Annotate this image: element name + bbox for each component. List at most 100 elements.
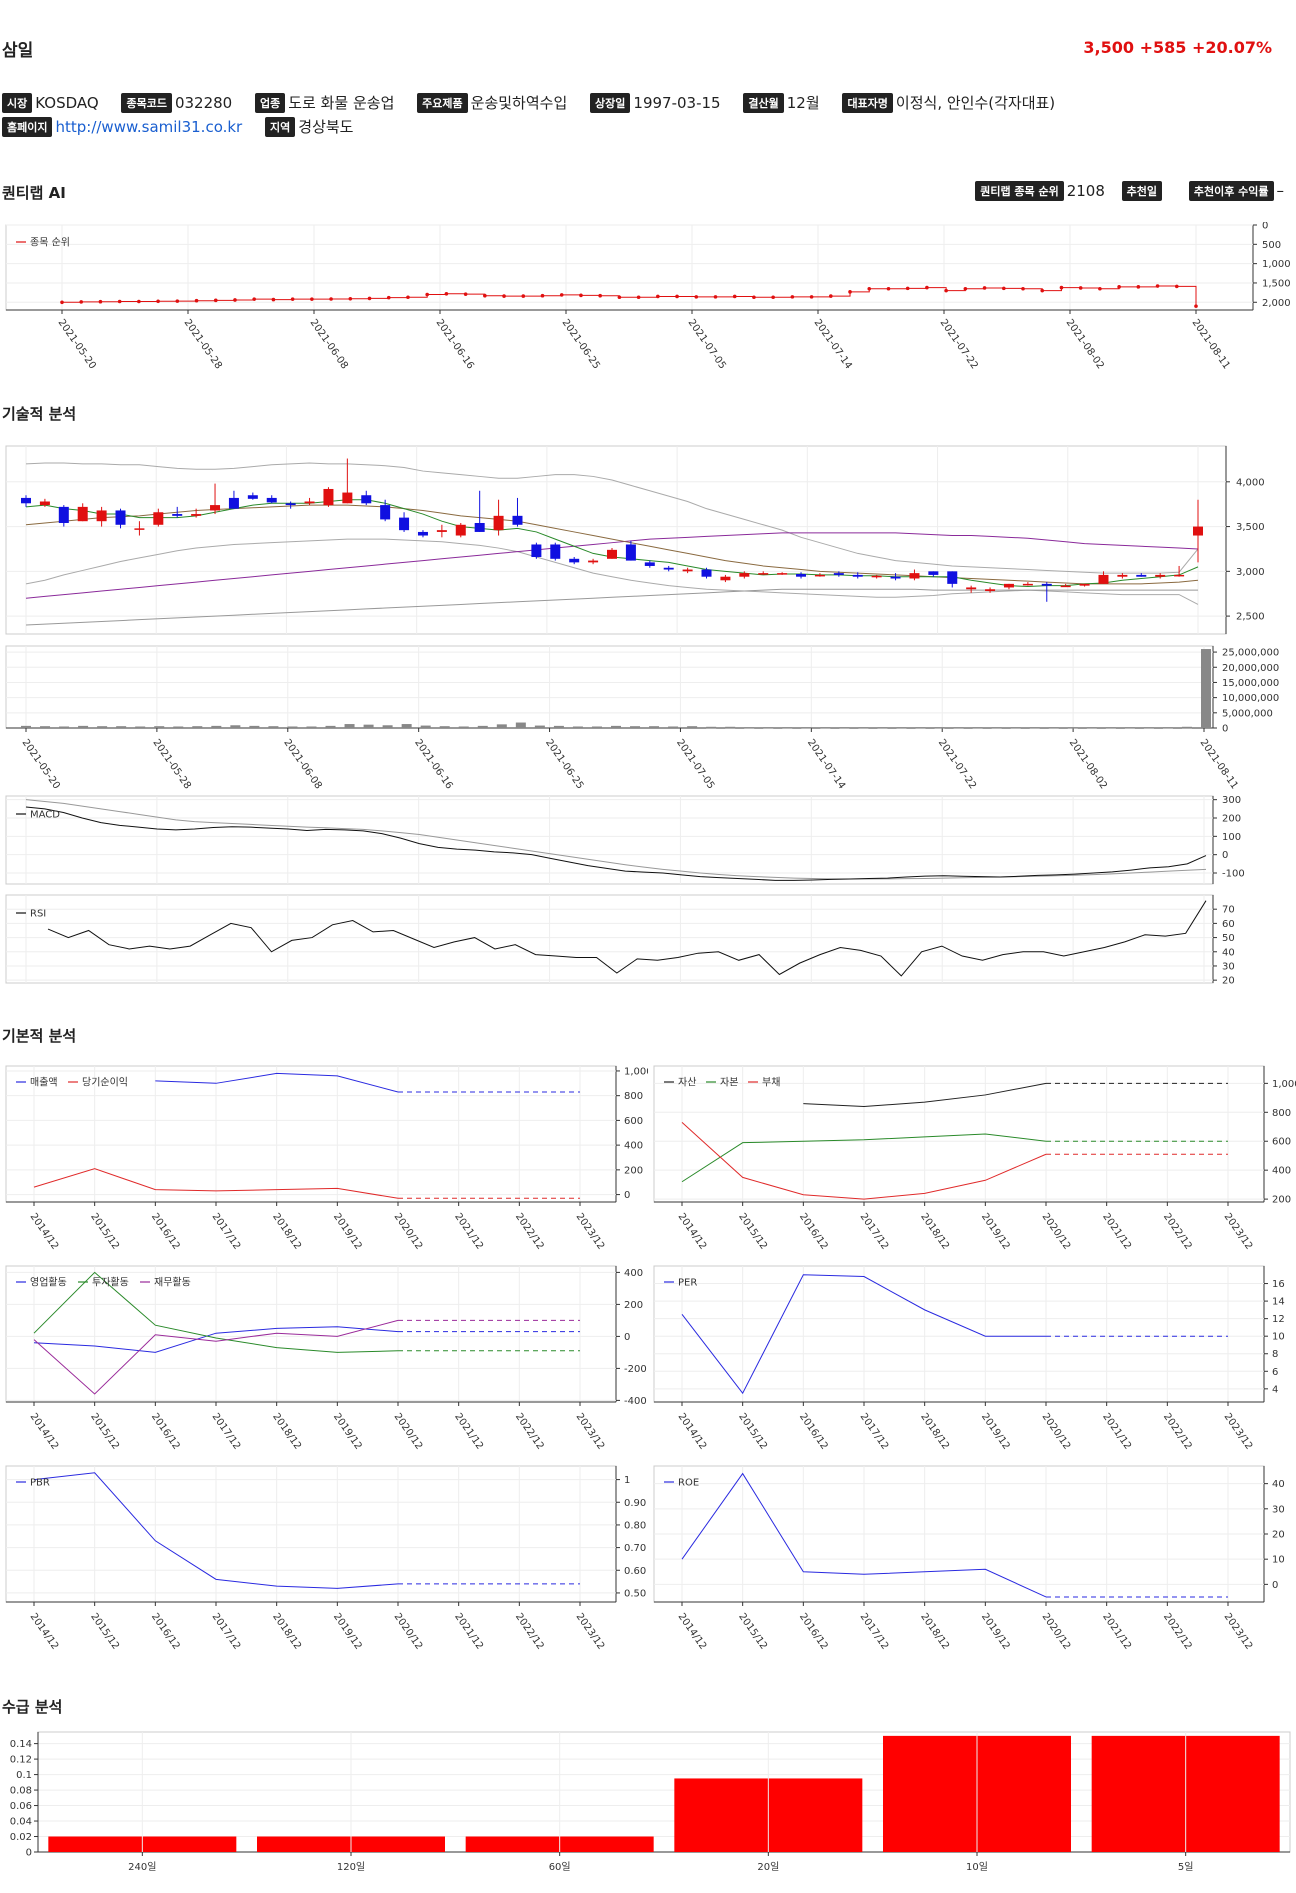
- legend-label: PER: [678, 1278, 697, 1289]
- x-tick-label: 2019/12: [979, 1211, 1012, 1251]
- price-block: 3,500 +585 +20.07%: [1083, 38, 1272, 57]
- candle-body: [796, 574, 807, 577]
- rank-point: [675, 294, 679, 299]
- y-tick-label: 1,000: [1262, 259, 1291, 270]
- rank-point: [156, 299, 160, 304]
- quantilab-info: 퀀티랩 종목 순위 2108 추천일 추천이후 수익률 –: [975, 181, 1284, 201]
- volume-bar: [972, 727, 983, 729]
- candle-body: [77, 506, 88, 522]
- plot-area: [5, 795, 1214, 885]
- rank-point: [732, 294, 737, 299]
- candle-body: [1136, 574, 1147, 577]
- candle-body: [682, 569, 693, 572]
- x-tick-label: 2014/12: [28, 1411, 61, 1451]
- y-tick-label: 0.1: [16, 1770, 32, 1781]
- candle-body: [1155, 574, 1166, 577]
- x-tick-label: 2018/12: [918, 1411, 951, 1451]
- legend-label: 재무활동: [154, 1276, 191, 1289]
- candle-body: [455, 524, 466, 536]
- x-tick-label: 2023/12: [1222, 1611, 1255, 1651]
- x-tick-label: 2021-06-08: [281, 737, 323, 791]
- y-tick-label: 0: [624, 1332, 630, 1343]
- x-tick-label: 2021-05-20: [56, 317, 98, 371]
- y-tick-label: 20,000,000: [1222, 663, 1279, 674]
- rank-chart: 2021-05-20 2021-05-28 2021-06-08 2021-06-16…: [5, 222, 1291, 371]
- y-tick-label: 4,000: [1236, 477, 1265, 488]
- homepage-link[interactable]: http://www.samil31.co.kr: [55, 118, 242, 136]
- y-tick-label: 200: [1222, 814, 1241, 825]
- rank-point: [1001, 286, 1006, 291]
- candle-body: [739, 573, 750, 577]
- homepage-label: 홈페이지: [2, 116, 53, 137]
- section-quantilab: 퀀티랩 AI: [2, 184, 66, 202]
- y-tick-label: 200: [624, 1300, 643, 1311]
- x-tick-label: 2020/12: [392, 1211, 425, 1251]
- rank-point: [175, 299, 180, 303]
- candle-body: [210, 505, 221, 511]
- volume-bar: [877, 727, 888, 729]
- volume-bar: [1124, 727, 1135, 729]
- x-tick-label: 2021-05-20: [20, 737, 62, 791]
- x-tick-label: 240일: [128, 1861, 156, 1873]
- y-tick-label: 3,500: [1236, 522, 1265, 533]
- legend-label: 영업활동: [30, 1276, 67, 1289]
- x-tick-label: 5일: [1178, 1861, 1194, 1873]
- code-value: 032280: [174, 93, 233, 112]
- x-tick-label: 2016/12: [149, 1411, 182, 1451]
- y-tick-label: 200: [624, 1165, 643, 1176]
- x-tick-label: 2021-08-02: [1064, 317, 1106, 371]
- industry-value: 도로 화물 운송업: [288, 94, 395, 112]
- candle-body: [512, 515, 523, 525]
- x-tick-label: 2016/12: [797, 1611, 830, 1651]
- y-tick-label: -200: [624, 1364, 647, 1375]
- x-tick-label: 2019/12: [331, 1211, 364, 1251]
- y-tick-label: 0: [1262, 222, 1268, 232]
- x-tick-label: 2015/12: [88, 1611, 121, 1651]
- y-tick-label: 10: [1272, 1332, 1285, 1343]
- rank-point: [656, 294, 660, 299]
- x-tick-label: 2021-06-08: [308, 317, 350, 371]
- rank-point: [117, 299, 122, 304]
- x-tick-label: 2022/12: [1161, 1411, 1194, 1451]
- plot-area: [5, 645, 1214, 729]
- volume-bar: [858, 727, 869, 729]
- volume-bar: [1162, 727, 1173, 729]
- volume-bar: [116, 726, 127, 728]
- y-tick-label: 60: [1222, 919, 1235, 930]
- volume-bar: [611, 725, 621, 728]
- x-tick-label: 2021/12: [1100, 1411, 1133, 1451]
- x-tick-label: 2022/12: [1161, 1211, 1194, 1251]
- candle-body: [966, 587, 977, 590]
- volume-bar: [1086, 727, 1097, 729]
- candle-body: [380, 505, 391, 520]
- candle-body: [1098, 574, 1109, 584]
- volume-bar: [649, 726, 660, 728]
- volume-bar: [744, 727, 755, 729]
- volume-bar: [458, 726, 469, 728]
- volume-bar: [706, 726, 717, 729]
- market-label: 시장: [2, 92, 33, 113]
- candle-body: [1022, 583, 1033, 586]
- y-tick-label: 30: [1272, 1504, 1285, 1515]
- volume-bar: [154, 726, 165, 728]
- y-tick-label: 200: [1272, 1195, 1291, 1206]
- listed-value: 1997-03-15: [633, 93, 721, 112]
- legend-label: 부채: [762, 1077, 780, 1089]
- product-value: 운송및하역수입: [470, 94, 568, 112]
- volume-bar: [249, 725, 260, 728]
- rank-point: [694, 295, 699, 299]
- x-tick-label: 2021-06-16: [412, 737, 454, 791]
- x-tick-label: 2021-08-02: [1067, 737, 1109, 791]
- plot-area: [653, 1065, 1265, 1203]
- y-tick-label: 1,000: [1272, 1079, 1296, 1090]
- x-tick-label: 2017/12: [858, 1611, 891, 1651]
- rank-point: [1040, 288, 1045, 293]
- volume-bar: [953, 727, 964, 729]
- ceo-label: 대표자명: [842, 92, 893, 113]
- candle-body: [1193, 526, 1203, 536]
- volume-bar: [896, 727, 907, 729]
- candle-body: [21, 497, 31, 504]
- candle-body: [134, 528, 145, 530]
- rank-point: [617, 295, 622, 300]
- volume-bar: [306, 726, 317, 728]
